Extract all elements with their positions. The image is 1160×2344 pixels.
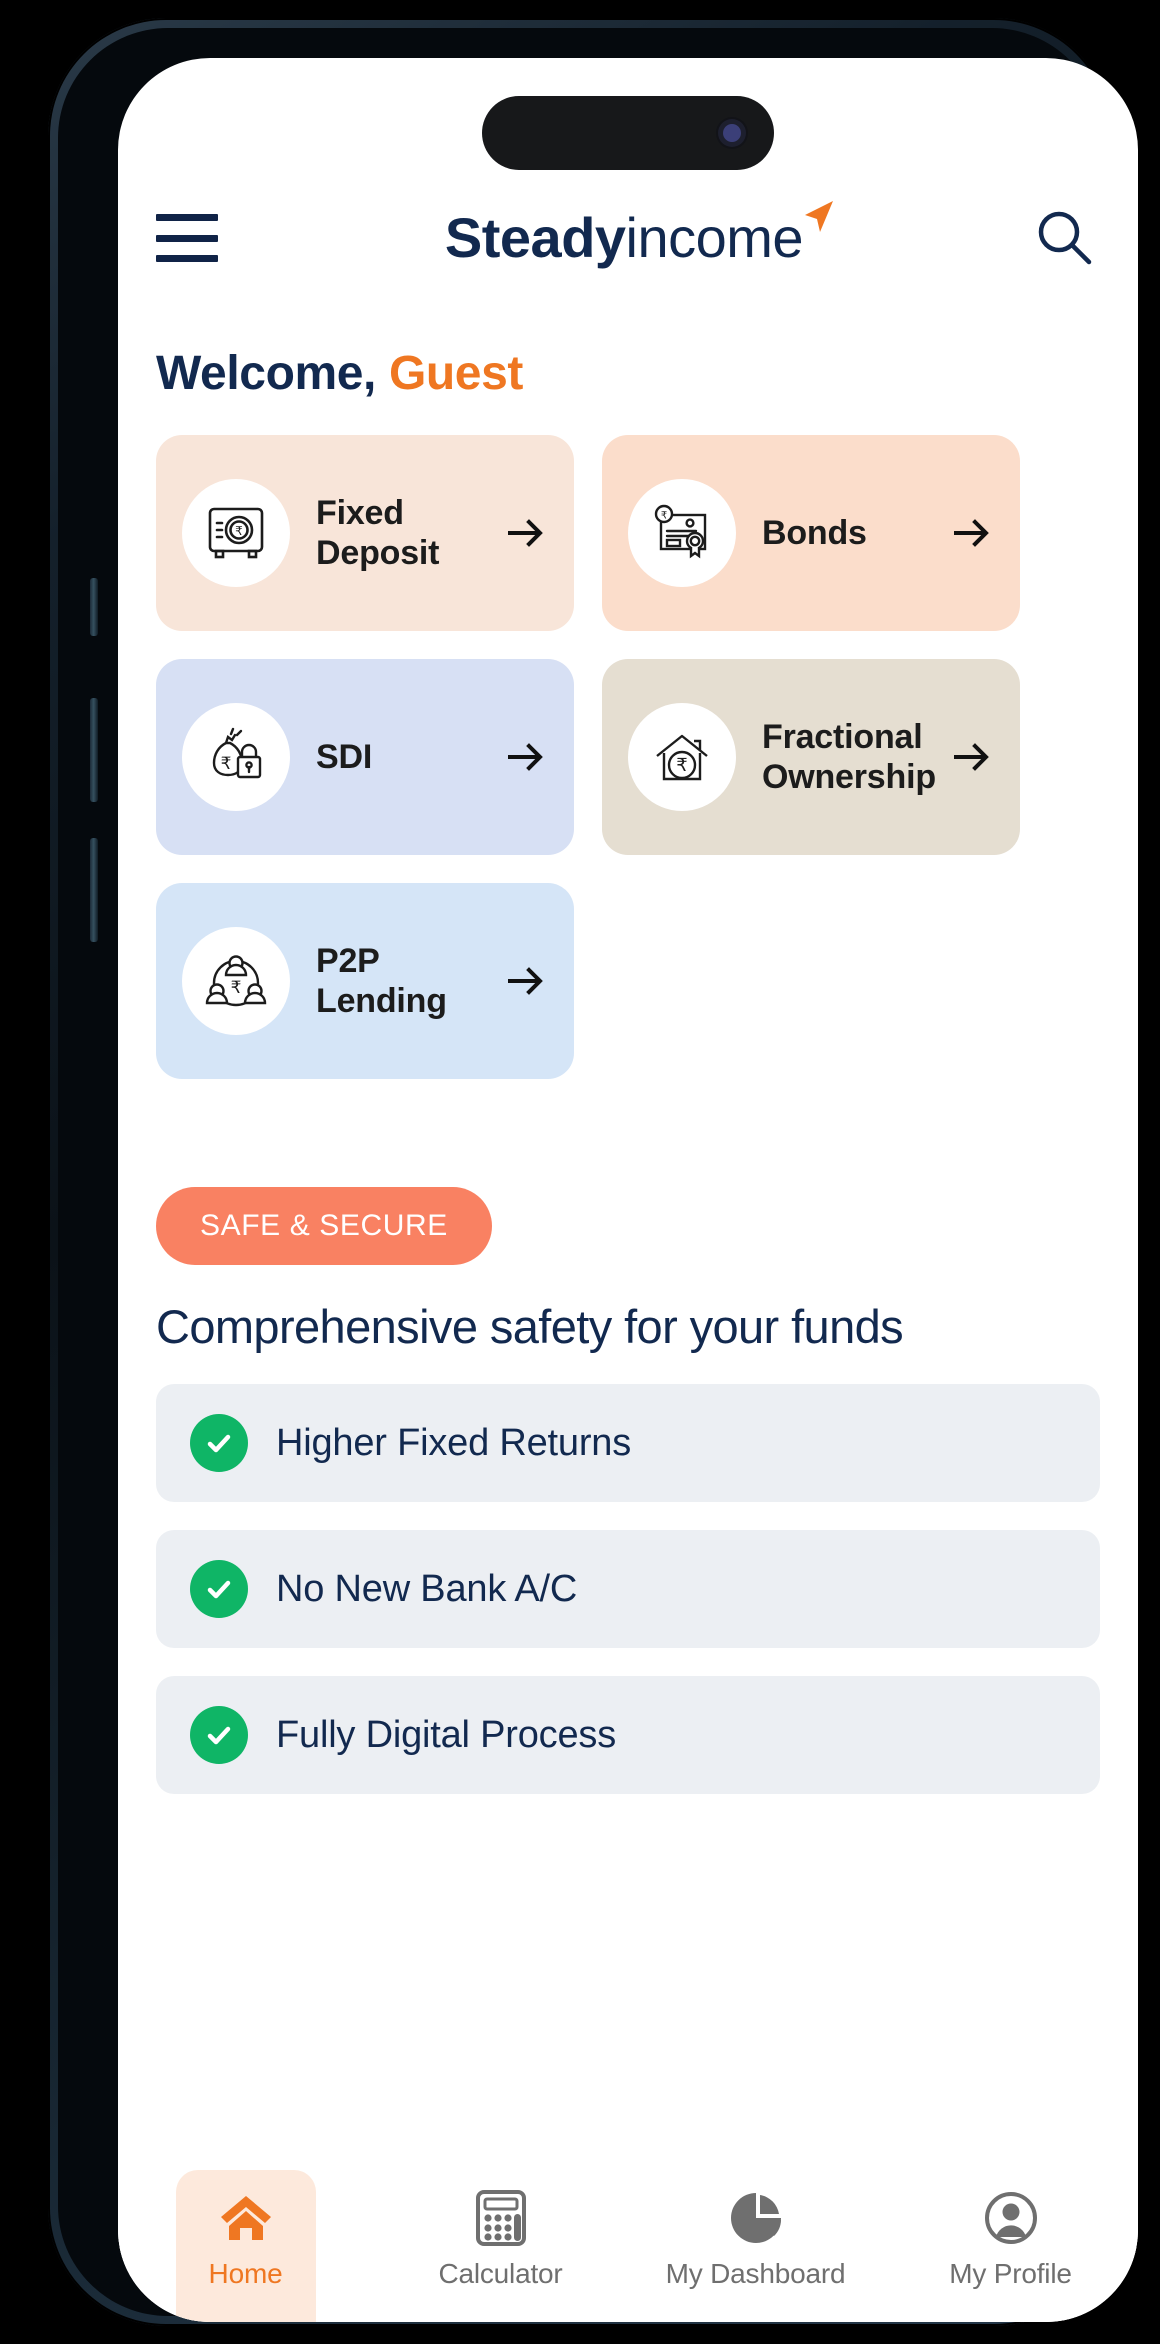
home-content: Welcome, Guest ₹ Fixed Deposit ₹ Bonds ₹… bbox=[118, 300, 1138, 2322]
safety-feature-list: Higher Fixed Returns No New Bank A/C Ful… bbox=[156, 1384, 1100, 1794]
screenshot-stage: Steadyincome Welcome, Guest ₹ Fixed Depo… bbox=[0, 0, 1160, 2344]
app-header: Steadyincome bbox=[118, 176, 1138, 300]
welcome-username: Guest bbox=[388, 347, 523, 400]
list-item: Fully Digital Process bbox=[156, 1676, 1100, 1794]
hamburger-line bbox=[156, 234, 218, 242]
phone-screen: Steadyincome Welcome, Guest ₹ Fixed Depo… bbox=[118, 58, 1138, 2322]
nav-item-my-dashboard[interactable]: My Dashboard bbox=[628, 2170, 883, 2322]
list-item: Higher Fixed Returns bbox=[156, 1384, 1100, 1502]
nav-item-home[interactable]: Home bbox=[118, 2170, 373, 2322]
money-bag-lock-icon: ₹ bbox=[182, 703, 290, 811]
check-circle-icon bbox=[190, 1706, 248, 1764]
volume-up-button[interactable] bbox=[90, 698, 98, 802]
nav-item-label: My Profile bbox=[949, 2258, 1072, 2289]
dynamic-island bbox=[482, 96, 774, 170]
nav-item-label: My Dashboard bbox=[665, 2258, 846, 2289]
product-card-sdi[interactable]: ₹ SDI bbox=[156, 659, 574, 855]
hamburger-line bbox=[156, 214, 218, 221]
product-card-label: Fixed Deposit bbox=[316, 493, 440, 572]
house-rupee-icon: ₹ bbox=[628, 703, 736, 811]
pie-chart-icon bbox=[726, 2188, 786, 2248]
search-icon[interactable] bbox=[1030, 203, 1100, 273]
product-card-bonds[interactable]: ₹ Bonds bbox=[602, 435, 1020, 631]
brand-name-light: income bbox=[625, 206, 804, 269]
status-badge: SAFE & SECURE bbox=[156, 1187, 492, 1265]
check-circle-icon bbox=[190, 1414, 248, 1472]
front-camera-icon bbox=[718, 119, 746, 147]
orange-arrow-icon bbox=[805, 201, 834, 232]
volume-down-button[interactable] bbox=[90, 838, 98, 942]
bottom-navigation-bar: Home Calculator My Dashboard My Profile bbox=[118, 2170, 1138, 2322]
check-circle-icon bbox=[190, 1560, 248, 1618]
list-item: No New Bank A/C bbox=[156, 1530, 1100, 1648]
feature-label: Fully Digital Process bbox=[276, 1713, 617, 1756]
svg-text:₹: ₹ bbox=[676, 755, 687, 775]
product-card-label: Bonds bbox=[762, 513, 867, 552]
phone-frame: Steadyincome Welcome, Guest ₹ Fixed Depo… bbox=[48, 18, 1138, 2326]
people-network-rupee-icon: ₹ bbox=[182, 927, 290, 1035]
product-card-label: P2P Lending bbox=[316, 941, 447, 1020]
nav-item-label: Calculator bbox=[438, 2258, 563, 2289]
user-circle-icon bbox=[981, 2188, 1041, 2248]
svg-text:₹: ₹ bbox=[661, 511, 667, 522]
arrow-right-icon bbox=[508, 743, 543, 771]
svg-text:₹: ₹ bbox=[235, 524, 243, 538]
arrow-right-icon bbox=[508, 967, 543, 995]
brand-logo[interactable]: Steadyincome bbox=[218, 201, 1030, 266]
silent-switch[interactable] bbox=[90, 578, 98, 636]
safe-vault-rupee-icon: ₹ bbox=[182, 479, 290, 587]
product-card-fixed-deposit[interactable]: ₹ Fixed Deposit bbox=[156, 435, 574, 631]
svg-text:₹: ₹ bbox=[221, 754, 232, 773]
certificate-rupee-icon: ₹ bbox=[628, 479, 736, 587]
arrow-right-icon bbox=[508, 519, 543, 547]
hamburger-line bbox=[156, 255, 218, 262]
section-title: Comprehensive safety for your funds bbox=[156, 1300, 904, 1353]
welcome-greeting: Welcome, bbox=[156, 347, 376, 400]
arrow-right-icon bbox=[954, 743, 989, 771]
feature-label: Higher Fixed Returns bbox=[276, 1421, 632, 1464]
product-card-label: Fractional Ownership bbox=[762, 717, 936, 796]
nav-item-calculator[interactable]: Calculator bbox=[373, 2170, 628, 2322]
home-icon bbox=[216, 2188, 276, 2248]
svg-text:₹: ₹ bbox=[231, 978, 242, 997]
feature-label: No New Bank A/C bbox=[276, 1567, 578, 1610]
welcome-heading: Welcome, Guest bbox=[156, 346, 1100, 401]
product-card-fractional-ownership[interactable]: ₹ Fractional Ownership bbox=[602, 659, 1020, 855]
product-card-grid: ₹ Fixed Deposit ₹ Bonds ₹ SDI ₹ Fraction… bbox=[156, 435, 1100, 1079]
hamburger-menu-icon[interactable] bbox=[156, 214, 218, 262]
nav-item-label: Home bbox=[208, 2258, 283, 2289]
nav-item-my-profile[interactable]: My Profile bbox=[883, 2170, 1138, 2322]
product-card-label: SDI bbox=[316, 737, 373, 776]
calculator-icon bbox=[471, 2188, 531, 2248]
product-card-p2p-lending[interactable]: ₹ P2P Lending bbox=[156, 883, 574, 1079]
arrow-right-icon bbox=[954, 519, 989, 547]
brand-name-bold: Steady bbox=[444, 206, 626, 269]
